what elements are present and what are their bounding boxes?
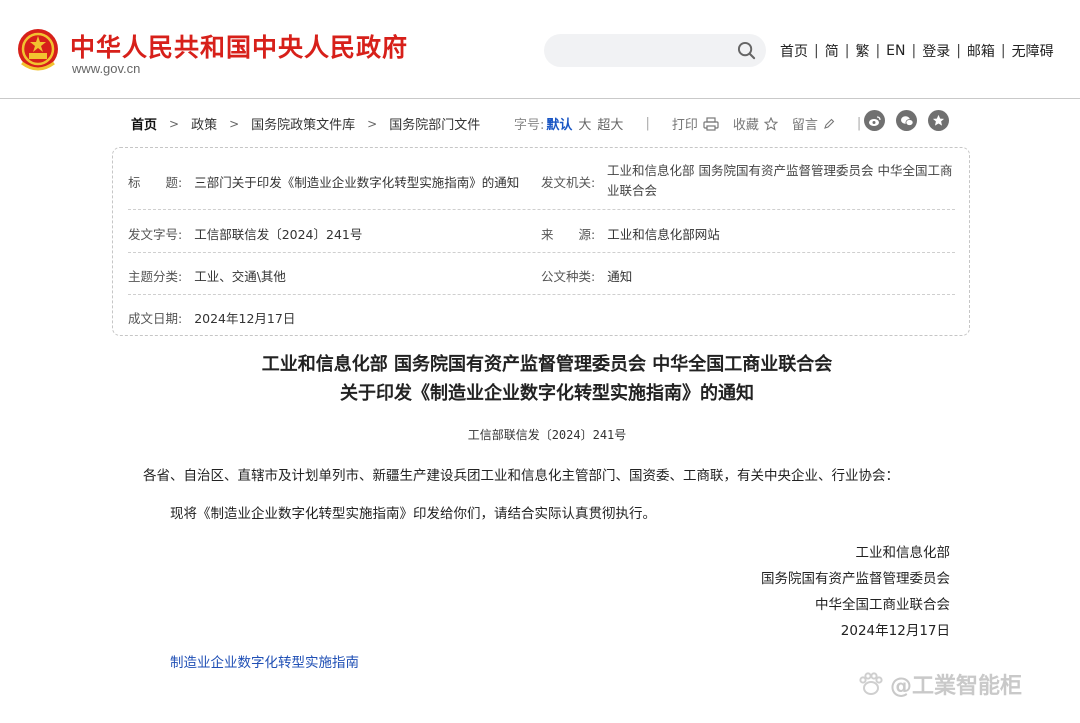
print-button[interactable]: 打印 [672, 114, 719, 133]
info-issuer-value-line2: 业联合会 [607, 183, 658, 198]
info-type: 公文种类: 通知 [541, 266, 632, 285]
site-title[interactable]: 中华人民共和国中央人民政府 [70, 28, 408, 64]
search-input[interactable] [544, 34, 766, 67]
info-issuer-value-line1: 工业和信息化部 国务院国有资产监督管理委员会 中华全国工商 [607, 163, 953, 178]
chevron-right-icon: > [229, 116, 240, 131]
info-type-value: 通知 [607, 269, 633, 284]
comment-button[interactable]: 留言 [792, 114, 835, 133]
favorite-star-icon[interactable] [928, 110, 949, 131]
divider [128, 209, 955, 210]
nav-simplified[interactable]: 简 [825, 41, 839, 61]
chevron-right-icon: > [169, 116, 180, 131]
info-type-key: 公文种类: [541, 269, 596, 284]
info-issuer-value: 工业和信息化部 国务院国有资产监督管理委员会 中华全国工商 业联合会 [607, 161, 952, 201]
info-docno-key: 发文字号: [128, 227, 183, 242]
info-source: 来 源: 工业和信息化部网站 [541, 224, 720, 243]
attachment-link[interactable]: 制造业企业数字化转型实施指南 [170, 651, 359, 671]
info-title-key: 标 题: [128, 175, 183, 190]
article-title-line2: 关于印发《制造业企业数字化转型实施指南》的通知 [340, 383, 754, 404]
font-size-xlarge[interactable]: 超大 [597, 114, 623, 133]
divider [128, 252, 955, 253]
wechat-icon[interactable] [896, 110, 917, 131]
info-source-key: 来 源: [541, 227, 596, 242]
nav-english[interactable]: EN [886, 43, 905, 59]
nav-traditional[interactable]: 繁 [855, 41, 869, 61]
share-buttons [864, 110, 960, 131]
signature-acfic: 中华全国工商业联合会 [815, 597, 950, 613]
nav-accessibility[interactable]: 无障碍 [1012, 41, 1054, 61]
watermark: @工業智能柜 [858, 668, 1022, 700]
search-icon[interactable] [737, 41, 756, 60]
chevron-right-icon: > [367, 116, 378, 131]
favorite-label: 收藏 [732, 118, 759, 133]
signature-miit: 工业和信息化部 [855, 545, 951, 561]
article-doc-number: 工信部联信发〔2024〕241号 [467, 428, 627, 442]
article-title-line1: 工业和信息化部 国务院国有资产监督管理委员会 中华全国工商业联合会 [261, 354, 833, 375]
breadcrumb-policy-library[interactable]: 国务院政策文件库 [251, 114, 355, 133]
paw-icon [859, 672, 883, 695]
breadcrumb-department-docs[interactable]: 国务院部门文件 [389, 114, 480, 133]
font-size-default[interactable]: 默认 [546, 114, 572, 133]
breadcrumb-home[interactable]: 首页 [131, 114, 157, 133]
toolbar: 首页 > 政策 > 国务院政策文件库 > 国务院部门文件 字号: 默认 大 超大… [0, 108, 1080, 138]
nav-mail[interactable]: 邮箱 [967, 41, 995, 61]
info-date-key: 成文日期: [128, 311, 183, 326]
weibo-icon[interactable] [864, 110, 885, 131]
top-nav: 首页 | 简 | 繁 | EN | 登录 | 邮箱 | 无障碍 [780, 41, 1054, 61]
info-docno: 发文字号: 工信部联信发〔2024〕241号 [128, 224, 362, 243]
site-url: www.gov.cn [72, 61, 141, 76]
info-date: 成文日期: 2024年12月17日 [128, 308, 295, 327]
breadcrumb: 首页 > 政策 > 国务院政策文件库 > 国务院部门文件 [131, 114, 480, 134]
info-category-value: 工业、交通\其他 [194, 269, 286, 284]
signature-date: 2024年12月17日 [840, 623, 950, 639]
page-tools: 字号: 默认 大 超大 | 打印 收藏 留言 | [514, 114, 862, 133]
divider [128, 294, 955, 295]
info-title: 标 题: 三部门关于印发《制造业企业数字化转型实施指南》的通知 [128, 172, 519, 191]
info-issuer-key: 发文机关: [541, 175, 596, 190]
info-category: 主题分类: 工业、交通\其他 [128, 266, 286, 285]
signature-sasac: 国务院国有资产监督管理委员会 [761, 571, 950, 587]
nav-login[interactable]: 登录 [922, 41, 950, 61]
favorite-button[interactable]: 收藏 [733, 114, 778, 133]
site-header: 中华人民共和国中央人民政府 www.gov.cn 首页 | 简 | 繁 | EN | 登… [0, 0, 1080, 99]
info-source-value: 工业和信息化部网站 [607, 227, 720, 242]
info-title-value: 三部门关于印发《制造业企业数字化转型实施指南》的通知 [194, 175, 520, 190]
font-size-large[interactable]: 大 [578, 114, 591, 133]
printer-icon [703, 116, 719, 131]
pencil-icon [824, 118, 835, 129]
article-title: 工业和信息化部 国务院国有资产监督管理委员会 中华全国工商业联合会 关于印发《制… [0, 350, 1080, 408]
nav-home[interactable]: 首页 [780, 41, 808, 61]
national-emblem-icon[interactable] [16, 27, 60, 75]
document-info-box: 标 题: 三部门关于印发《制造业企业数字化转型实施指南》的通知 发文机关: 工业… [112, 147, 970, 336]
breadcrumb-policy[interactable]: 政策 [191, 114, 217, 133]
info-date-value: 2024年12月17日 [194, 311, 296, 326]
info-docno-value: 工信部联信发〔2024〕241号 [194, 227, 363, 242]
article-body: 现将《制造业企业数字化转型实施指南》印发给你们，请结合实际认真贯彻执行。 [170, 506, 656, 522]
info-category-key: 主题分类: [128, 269, 183, 284]
watermark-text: @工業智能柜 [890, 674, 1023, 699]
article-recipients: 各省、自治区、直辖市及计划单列市、新疆生产建设兵团工业和信息化主管部门、国资委、… [143, 468, 899, 484]
font-size-label: 字号: [514, 118, 545, 133]
star-icon [763, 116, 778, 131]
comment-label: 留言 [791, 118, 818, 133]
print-label: 打印 [671, 118, 698, 133]
info-issuer-key-cell: 发文机关: [541, 172, 595, 191]
